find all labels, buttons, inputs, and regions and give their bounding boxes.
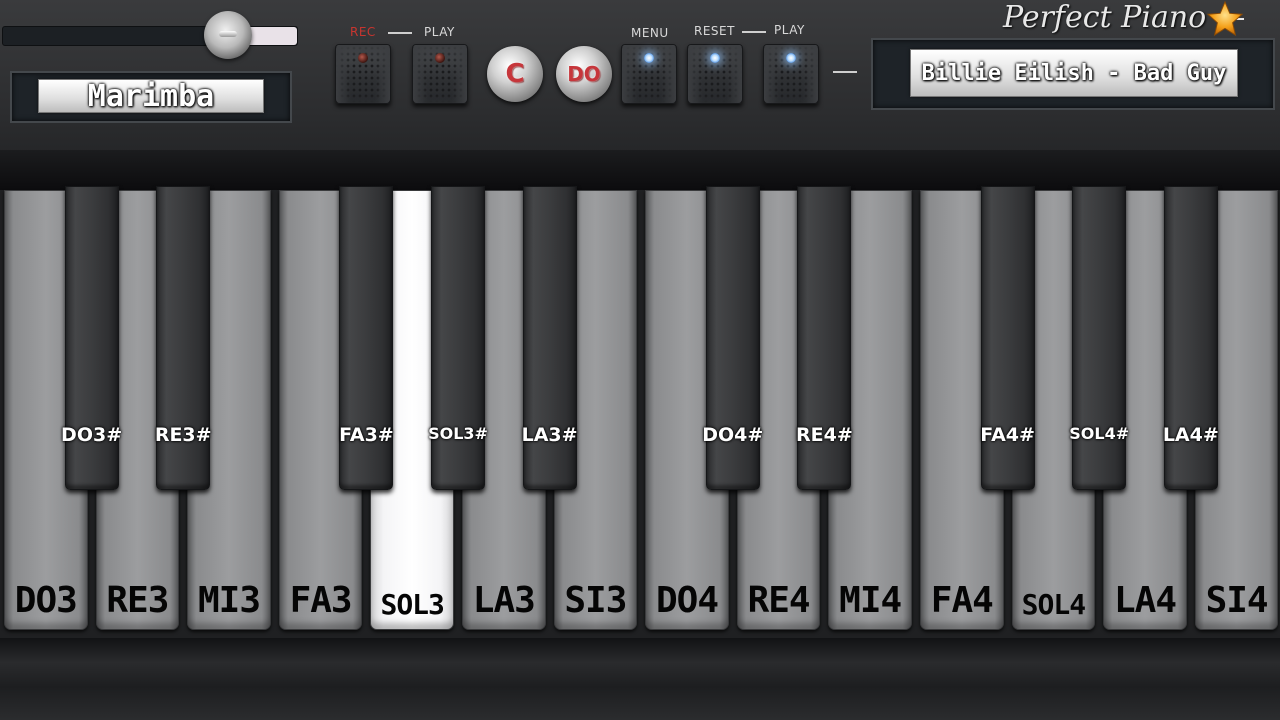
- piano-keyboard: DO3 RE3 MI3 FA3 SOL3 LA3 SI3 DO4 RE4 MI4 FA4 SOL4 LA…: [0, 186, 1280, 638]
- keyboard-top-shadow: [0, 150, 1280, 190]
- black-key-sol3-sharp[interactable]: SOL3#: [428, 186, 488, 490]
- volume-slider-track[interactable]: [2, 26, 298, 46]
- white-key-label: SOL3: [380, 588, 444, 621]
- do-label: DO: [567, 62, 601, 86]
- song-selector[interactable]: Billie Eilish - Bad Guy: [910, 49, 1238, 97]
- play-led-icon: [435, 53, 445, 63]
- play-led-icon: [786, 53, 796, 63]
- menu-caption: MENU: [631, 26, 669, 40]
- instrument-selector[interactable]: Marimba: [38, 79, 264, 113]
- reset-caption: RESET: [694, 24, 735, 38]
- menu-button[interactable]: [621, 44, 677, 104]
- black-key-fa4-sharp[interactable]: FA4#: [980, 186, 1035, 490]
- black-key-sol4-sharp[interactable]: SOL4#: [1069, 186, 1129, 490]
- black-key-do4-sharp[interactable]: DO4#: [702, 186, 763, 490]
- black-key-la4-sharp[interactable]: LA4#: [1163, 186, 1219, 490]
- black-key-label: LA3#: [521, 424, 578, 446]
- white-key-label: MI4: [839, 580, 902, 621]
- black-key-label: LA4#: [1162, 424, 1219, 446]
- black-key-label: DO3#: [61, 424, 123, 446]
- do-notation-button[interactable]: DO: [556, 46, 612, 102]
- rec-caption: REC: [350, 25, 376, 39]
- caption-divider: [742, 31, 766, 33]
- white-key-label: LA3: [472, 580, 536, 621]
- reset-led-icon: [710, 53, 720, 63]
- star-icon[interactable]: [1206, 0, 1244, 38]
- brand-text: Perfect Piano: [1003, 0, 1207, 35]
- white-key-label: DO3: [14, 580, 78, 621]
- black-key-label: SOL3#: [428, 424, 488, 443]
- white-key-label: RE3: [106, 580, 169, 621]
- black-key-do3-sharp[interactable]: DO3#: [61, 186, 122, 490]
- black-key-label: FA3#: [339, 424, 394, 446]
- black-key-la3-sharp[interactable]: LA3#: [522, 186, 578, 490]
- black-key-re4-sharp[interactable]: RE4#: [796, 186, 853, 490]
- black-key-re3-sharp[interactable]: RE3#: [155, 186, 212, 490]
- song-divider: [833, 71, 857, 73]
- white-key-label: SOL4: [1021, 588, 1086, 621]
- white-key-label: MI3: [197, 580, 261, 621]
- black-key-label: FA4#: [980, 424, 1035, 446]
- black-key-label: RE3#: [154, 424, 212, 446]
- white-key-label: SI4: [1205, 580, 1269, 621]
- menu-led-icon: [644, 53, 654, 63]
- play-caption: PLAY: [424, 25, 455, 39]
- c-label: C: [505, 59, 525, 89]
- play-recording-button[interactable]: [412, 44, 468, 104]
- play2-caption: PLAY: [774, 23, 805, 37]
- white-key-label: FA4: [930, 580, 994, 621]
- white-key-label: RE4: [747, 580, 811, 621]
- black-key-fa3-sharp[interactable]: FA3#: [339, 186, 394, 490]
- white-key-label: LA4: [1113, 580, 1177, 621]
- c-notation-button[interactable]: C: [487, 46, 543, 102]
- reset-button[interactable]: [687, 44, 743, 104]
- black-key-label: SOL4#: [1069, 424, 1130, 443]
- record-led-icon: [358, 53, 368, 63]
- caption-divider: [388, 32, 412, 34]
- white-key-label: DO4: [655, 580, 719, 621]
- black-key-label: DO4#: [702, 424, 764, 446]
- keyboard-bottom-rail: [0, 638, 1280, 720]
- white-key-label: SI3: [564, 580, 627, 621]
- white-key-label: FA3: [289, 580, 353, 621]
- play-song-button[interactable]: [763, 44, 819, 104]
- black-key-label: RE4#: [796, 424, 853, 446]
- record-button[interactable]: [335, 44, 391, 104]
